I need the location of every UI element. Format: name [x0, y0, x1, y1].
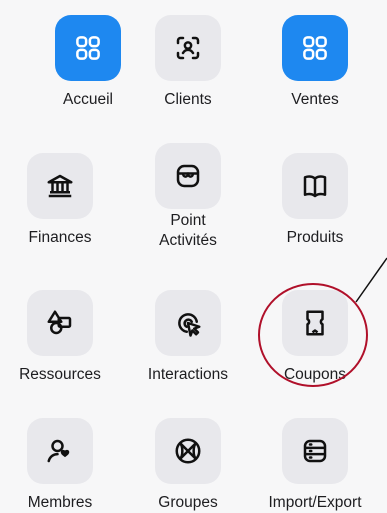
menu-item-label: Point Activités	[159, 211, 217, 251]
menu-item-ressources[interactable]: Ressources	[0, 290, 120, 385]
menu-item-label: Clients	[164, 91, 212, 108]
clients-icon-tile[interactable]	[155, 15, 221, 81]
label-line-1: Point	[170, 212, 206, 229]
interactions-icon-tile[interactable]	[155, 290, 221, 356]
basketball-icon	[175, 438, 201, 464]
finances-icon-tile[interactable]	[27, 153, 93, 219]
ticket-icon	[306, 310, 324, 336]
grid-icon	[76, 36, 100, 60]
menu-item-label: Ressources	[19, 366, 101, 383]
cursor-click-icon	[178, 313, 201, 337]
shapes-icon	[47, 310, 72, 335]
menu-item-point-activites[interactable]: Point Activités	[128, 143, 248, 251]
ventes-icon-tile[interactable]	[282, 15, 348, 81]
accueil-icon-tile[interactable]	[55, 15, 121, 81]
menu-item-import-export[interactable]: Import/Export	[255, 418, 375, 513]
menu-item-membres[interactable]: Membres	[0, 418, 120, 513]
menu-item-clients[interactable]: Clients	[128, 15, 248, 110]
menu-item-interactions[interactable]: Interactions	[128, 290, 248, 385]
ressources-icon-tile[interactable]	[27, 290, 93, 356]
produits-icon-tile[interactable]	[282, 153, 348, 219]
menu-item-finances[interactable]: Finances	[0, 153, 120, 248]
server-stack-icon	[303, 439, 327, 463]
label-line-2: Activités	[159, 232, 217, 249]
menu-item-label: Import/Export	[268, 494, 362, 511]
point-activites-icon-tile[interactable]	[155, 143, 221, 209]
menu-item-label: Membres	[27, 494, 93, 511]
menu-item-label: Coupons	[283, 366, 347, 383]
menu-item-label: Ventes	[291, 91, 339, 108]
menu-item-label: Produits	[286, 229, 344, 246]
storefront-icon	[176, 164, 200, 188]
membres-icon-tile[interactable]	[27, 418, 93, 484]
book-open-icon	[303, 175, 327, 198]
groupes-icon-tile[interactable]	[155, 418, 221, 484]
menu-item-label: Groupes	[158, 494, 218, 511]
import-export-icon-tile[interactable]	[282, 418, 348, 484]
menu-item-coupons[interactable]: Coupons	[255, 290, 375, 385]
menu-item-produits[interactable]: Produits	[255, 153, 375, 248]
user-heart-icon	[47, 439, 70, 463]
menu-item-groupes[interactable]: Groupes	[128, 418, 248, 513]
coupons-icon-tile[interactable]	[282, 290, 348, 356]
menu-item-label: Accueil	[63, 91, 113, 108]
menu-item-label: Interactions	[147, 366, 229, 383]
bank-icon	[47, 174, 73, 198]
face-scan-icon	[176, 36, 200, 60]
menu-item-label: Finances	[28, 229, 92, 246]
menu-item-ventes[interactable]: Ventes	[255, 15, 375, 110]
grid-icon	[303, 36, 327, 60]
